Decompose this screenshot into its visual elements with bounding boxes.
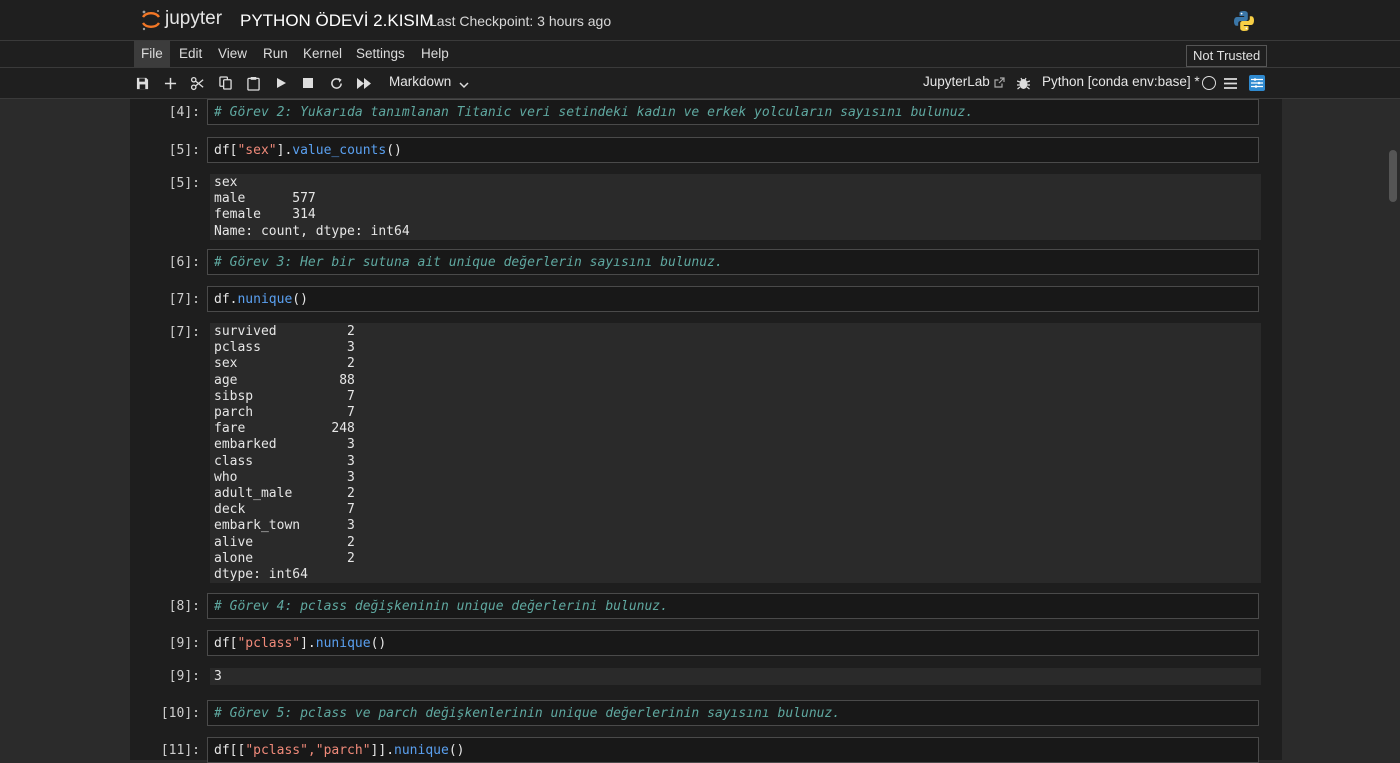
markdown-cell[interactable]: # Görev 5: pclass ve parch değişkenlerin… — [207, 700, 1259, 726]
chevron-down-icon[interactable] — [455, 76, 473, 94]
output-prompt: [5]: — [168, 176, 200, 191]
checkpoint-status: Last Checkpoint: 3 hours ago — [429, 13, 612, 29]
code-token: ]. — [300, 636, 316, 651]
property-inspector-icon[interactable] — [1249, 75, 1265, 91]
menu-run[interactable]: Run — [256, 41, 295, 67]
top-bar: jupyter PYTHON ÖDEVİ 2.KISIM Last Checkp… — [0, 0, 1400, 41]
cell-prompt: [7]: — [168, 292, 200, 307]
code-string: "sex" — [237, 143, 277, 158]
cell-prompt: [11]: — [160, 743, 200, 758]
paste-icon[interactable] — [244, 74, 262, 92]
menu-edit[interactable]: Edit — [172, 41, 209, 67]
cell-prompt: [4]: — [168, 105, 200, 120]
markdown-source: # Görev 3: Her bir sutuna ait unique değ… — [214, 255, 723, 270]
code-string: "pclass" — [237, 636, 301, 651]
cell-prompt: [10]: — [160, 706, 200, 721]
code-token: df[ — [214, 636, 238, 651]
kernel-name[interactable]: Python [conda env:base] * — [1042, 74, 1200, 89]
code-token: () — [448, 743, 465, 758]
markdown-cell[interactable]: # Görev 2: Yukarıda tanımlanan Titanic v… — [207, 99, 1259, 125]
code-token: () — [370, 636, 387, 651]
cell-output: 3 — [210, 668, 1261, 685]
cell-output: survived 2 pclass 3 sex 2 age 88 sibsp 7… — [210, 323, 1261, 583]
copy-icon[interactable] — [216, 74, 234, 92]
markdown-source: # Görev 5: pclass ve parch değişkenlerin… — [214, 706, 841, 721]
code-token: df[[ — [214, 743, 246, 758]
code-token: () — [386, 143, 402, 158]
cell-prompt: [5]: — [168, 143, 200, 158]
output-prompt: [9]: — [168, 669, 200, 684]
python-logo-icon — [1234, 11, 1254, 31]
external-link-icon[interactable] — [990, 73, 1008, 91]
code-function: nunique — [394, 743, 449, 758]
cell-prompt: [6]: — [168, 255, 200, 270]
cell-output: sex male 577 female 314 Name: count, dty… — [210, 174, 1261, 240]
add-cell-icon[interactable] — [161, 74, 179, 92]
cell-prompt: [9]: — [168, 636, 200, 651]
restart-icon[interactable] — [327, 74, 345, 92]
menu-kernel[interactable]: Kernel — [296, 41, 349, 67]
output-prompt: [7]: — [168, 325, 200, 340]
cell-prompt: [8]: — [168, 599, 200, 614]
code-cell[interactable]: df["sex"].value_counts() — [207, 137, 1259, 163]
code-function: nunique — [237, 292, 293, 307]
cell-type-select[interactable]: Markdown — [389, 74, 451, 89]
code-cell[interactable]: df[["pclass","parch"]].nunique() — [207, 737, 1259, 763]
save-icon[interactable] — [133, 74, 151, 92]
menu-lines-icon[interactable] — [1221, 74, 1239, 92]
left-margin — [0, 99, 130, 760]
jupyter-logo-icon — [142, 10, 160, 31]
code-cell[interactable]: df["pclass"].nunique() — [207, 630, 1259, 656]
right-margin — [1282, 99, 1400, 760]
trust-status-button[interactable]: Not Trusted — [1186, 45, 1268, 67]
code-token: df[ — [214, 143, 238, 158]
menu-settings[interactable]: Settings — [349, 41, 412, 67]
markdown-cell[interactable]: # Görev 3: Her bir sutuna ait unique değ… — [207, 249, 1259, 275]
menu-file[interactable]: File — [134, 41, 170, 67]
stop-icon[interactable] — [299, 74, 317, 92]
run-icon[interactable] — [272, 74, 290, 92]
code-string: "pclass","parch" — [245, 743, 371, 758]
markdown-cell[interactable]: # Görev 4: pclass değişkeninin unique de… — [207, 593, 1259, 619]
vertical-scrollbar[interactable] — [1389, 150, 1397, 202]
notebook-toolbar: Markdown JupyterLab Python [conda env:ba… — [0, 68, 1400, 99]
jupyter-logo-text[interactable]: jupyter — [165, 8, 222, 30]
markdown-source: # Görev 4: pclass değişkeninin unique de… — [214, 599, 668, 614]
kernel-status-icon — [1202, 76, 1216, 90]
fast-forward-icon[interactable] — [355, 74, 373, 92]
debugger-bug-icon[interactable] — [1014, 74, 1032, 92]
open-jupyterlab-link[interactable]: JupyterLab — [923, 74, 990, 89]
menu-help[interactable]: Help — [414, 41, 456, 67]
code-token: () — [292, 292, 308, 307]
code-token: df. — [214, 292, 238, 307]
code-function: nunique — [315, 636, 371, 651]
menu-view[interactable]: View — [211, 41, 254, 67]
code-cell[interactable]: df.nunique() — [207, 286, 1259, 312]
notebook-title[interactable]: PYTHON ÖDEVİ 2.KISIM — [240, 11, 434, 31]
code-token: ]]. — [370, 743, 395, 758]
markdown-source: # Görev 2: Yukarıda tanımlanan Titanic v… — [214, 105, 974, 120]
code-token: ]. — [276, 143, 293, 158]
code-function: value_counts — [292, 143, 387, 158]
cut-icon[interactable] — [188, 74, 206, 92]
